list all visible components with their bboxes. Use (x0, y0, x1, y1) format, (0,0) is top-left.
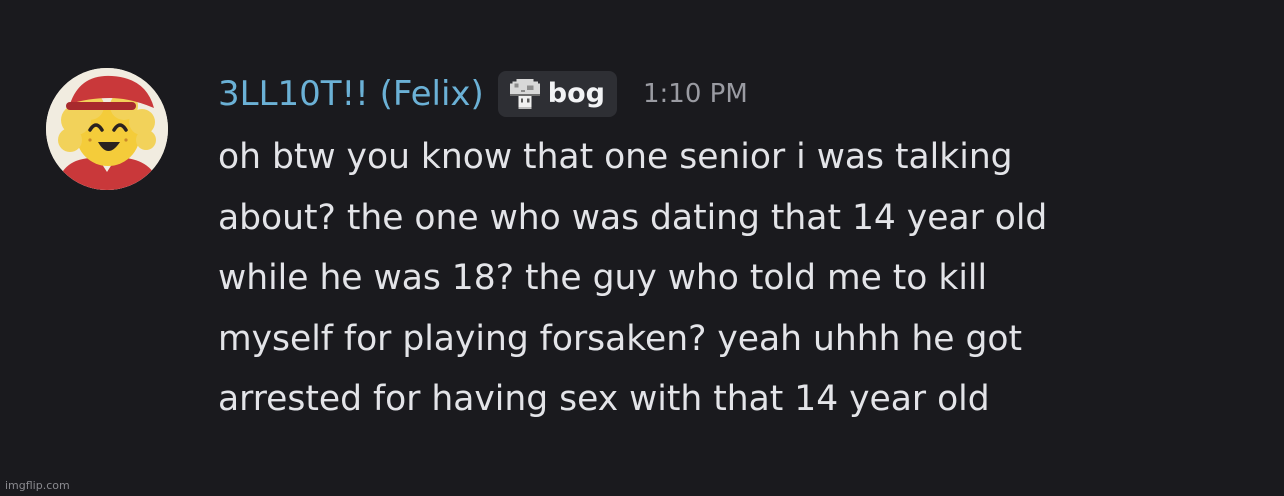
message-timestamp[interactable]: 1:10 PM (643, 68, 748, 120)
server-tag[interactable]: bog (497, 71, 617, 117)
username[interactable]: 3LL10T!! (Felix) (218, 68, 484, 120)
message-line: while he was 18? the guy who told me to … (218, 258, 988, 298)
avatar-image (46, 68, 168, 190)
mushroom-pixel-icon (509, 79, 540, 109)
watermark: imgflip.com (5, 479, 70, 492)
message-line: myself for playing forsaken? yeah uhhh h… (218, 318, 1022, 359)
message-line: about? the one who was dating that 14 ye… (218, 197, 1048, 238)
message-content: 3LL10T!! (Felix) bog 1:10 PM oh btw you … (218, 68, 1228, 430)
message-body: oh btw you know that one senior i was ta… (218, 127, 1228, 430)
avatar[interactable] (46, 68, 168, 190)
message-line: arrested for having sex with that 14 yea… (218, 379, 990, 419)
chat-message: 3LL10T!! (Felix) bog 1:10 PM oh btw you … (46, 68, 1246, 468)
message-header: 3LL10T!! (Felix) bog 1:10 PM (218, 68, 1228, 120)
message-line: oh btw you know that one senior i was ta… (218, 137, 1013, 177)
server-tag-label: bog (547, 78, 605, 109)
